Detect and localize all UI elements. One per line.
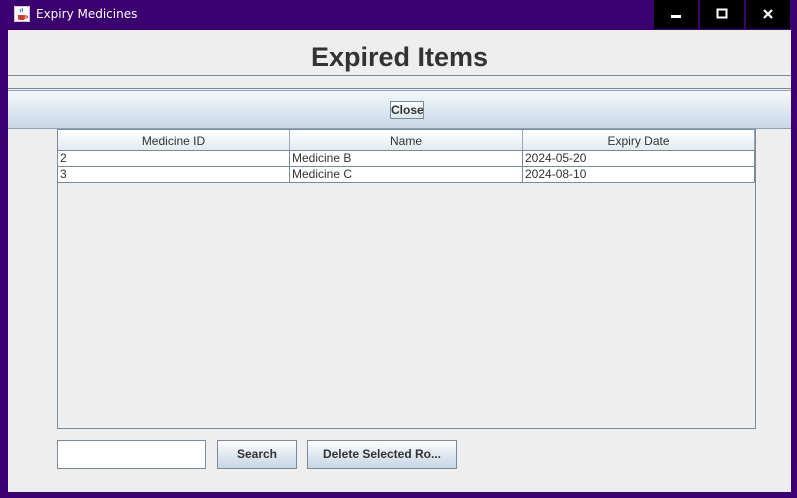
cell-expiry-date: 2024-05-20 <box>523 151 755 166</box>
cell-expiry-date: 2024-08-10 <box>523 167 755 182</box>
minimize-icon <box>671 15 681 18</box>
expired-items-table[interactable]: Medicine ID Name Expiry Date 2 Medicine … <box>57 129 756 429</box>
cell-medicine-id: 2 <box>58 151 290 166</box>
minimize-button[interactable] <box>654 0 698 29</box>
column-header-expiry-date[interactable]: Expiry Date <box>523 130 755 150</box>
cell-medicine-id: 3 <box>58 167 290 182</box>
maximize-icon <box>716 8 728 19</box>
close-icon <box>763 9 773 19</box>
table-header: Medicine ID Name Expiry Date <box>58 130 755 151</box>
delete-selected-row-button[interactable]: Delete Selected Ro... <box>307 440 457 469</box>
divider <box>8 75 791 89</box>
page-title: Expired Items <box>310 42 489 72</box>
table-row[interactable]: 2 Medicine B 2024-05-20 <box>58 151 755 167</box>
column-header-name[interactable]: Name <box>290 130 523 150</box>
close-button[interactable]: Close <box>390 101 424 119</box>
toolbar: Close <box>8 90 791 129</box>
maximize-button[interactable] <box>700 0 744 29</box>
cell-name: Medicine C <box>290 167 523 182</box>
column-header-medicine-id[interactable]: Medicine ID <box>58 130 290 150</box>
table-row[interactable]: 3 Medicine C 2024-08-10 <box>58 167 755 183</box>
window-content: Expired Items Close Medicine ID Name Exp… <box>8 30 791 492</box>
search-input[interactable] <box>57 440 206 469</box>
close-window-button[interactable] <box>746 0 790 29</box>
title-bar[interactable]: Expiry Medicines <box>0 0 797 30</box>
search-button[interactable]: Search <box>217 440 297 469</box>
java-cup-icon <box>14 6 30 22</box>
window-title: Expiry Medicines <box>36 7 138 21</box>
cell-name: Medicine B <box>290 151 523 166</box>
